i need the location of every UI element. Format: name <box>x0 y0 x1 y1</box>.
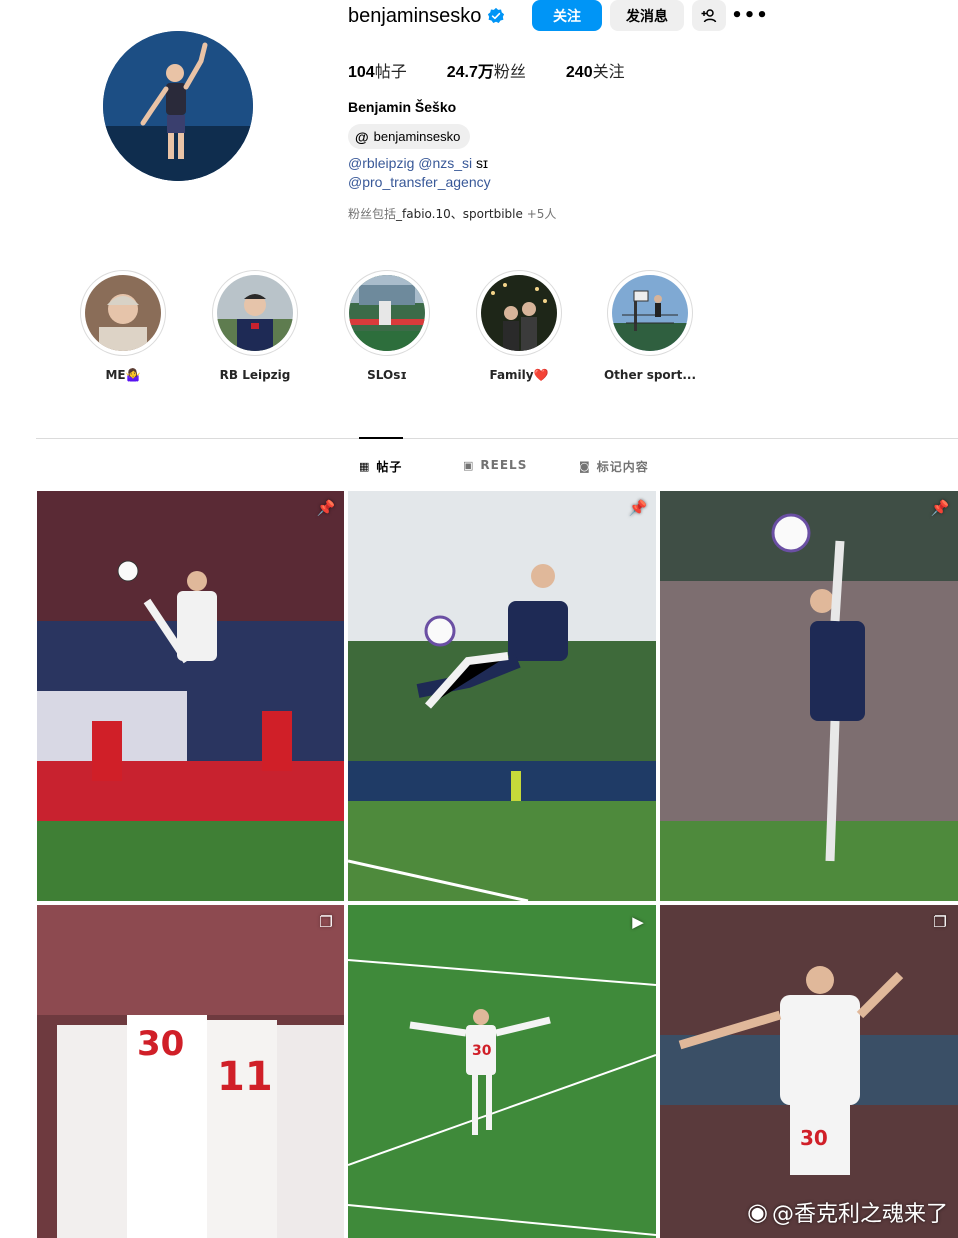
profile-avatar[interactable] <box>103 31 253 181</box>
highlight-cover <box>349 275 425 351</box>
post-tile[interactable]: 30 ❐ <box>660 905 958 1238</box>
following-count-value: 240 <box>565 64 593 81</box>
highlight-ring <box>476 270 562 356</box>
post-tile[interactable]: 📌 <box>37 491 344 901</box>
following-count-label: 关注 <box>592 62 625 81</box>
followers-count-value: 24.7万 <box>446 64 494 81</box>
carousel-icon: ❐ <box>319 914 333 931</box>
carousel-icon: ❐ <box>933 914 947 931</box>
username-row: benjaminsesko <box>348 0 505 32</box>
tab-reels[interactable]: ▣ REELS <box>463 458 527 472</box>
svg-text:30: 30 <box>137 1024 184 1064</box>
reels-icon: ▣ <box>463 458 475 472</box>
post-image: 30 <box>348 905 656 1238</box>
highlight-family[interactable]: Family❤️ <box>454 270 584 382</box>
bio-mention-agency[interactable]: @pro_transfer_agency <box>348 174 491 190</box>
post-tile[interactable]: 📌 <box>660 491 958 901</box>
highlight-slo[interactable]: SLOsɪ <box>322 270 452 382</box>
highlight-label: Family❤️ <box>489 368 549 382</box>
post-tile[interactable]: 30 ▶ <box>348 905 656 1238</box>
svg-text:30: 30 <box>472 1043 492 1059</box>
post-image <box>348 491 656 901</box>
reel-icon: ▶ <box>632 914 644 931</box>
post-image: 30 11 <box>37 905 344 1238</box>
following-count[interactable]: 240关注 <box>566 58 625 82</box>
post-tile[interactable]: 30 11 ❐ <box>37 905 344 1238</box>
follow-button[interactable]: 关注 <box>532 0 602 31</box>
threads-link[interactable]: @ benjaminsesko <box>348 124 471 149</box>
tab-tagged[interactable]: ◙ 标记内容 <box>579 458 649 475</box>
highlight-label: RB Leipzig <box>219 368 291 382</box>
verified-badge-icon <box>488 7 505 24</box>
post-image <box>37 491 344 901</box>
highlight-label: SLOsɪ <box>367 368 407 382</box>
posts-count-label: 帖子 <box>374 62 407 81</box>
bio-mention-nzs[interactable]: @nzs_si <box>418 155 472 171</box>
pin-icon: 📌 <box>316 500 336 517</box>
tagged-icon: ◙ <box>579 460 591 473</box>
pin-icon: 📌 <box>628 500 648 517</box>
more-dots-icon: ••• <box>731 5 769 26</box>
weibo-watermark: ◉ @香克利之魂来了 <box>747 1196 948 1228</box>
post-tile[interactable]: 📌 <box>348 491 656 901</box>
weibo-icon: ◉ <box>747 1198 768 1226</box>
followers-count-label: 粉丝 <box>493 62 526 81</box>
full-name: Benjamin Šeško <box>348 99 457 115</box>
add-user-icon <box>701 8 717 22</box>
threads-icon: @ <box>355 128 369 145</box>
tab-active-indicator <box>359 437 403 439</box>
tab-posts-label: 帖子 <box>376 460 403 474</box>
watermark-text: @香克利之魂来了 <box>771 1202 948 1227</box>
highlight-me[interactable]: ME🤷‍♀️ <box>58 270 188 382</box>
tab-reels-label: REELS <box>480 458 528 472</box>
svg-text:30: 30 <box>800 1126 828 1150</box>
bio-line-1: @rbleipzig @nzs_si sɪ <box>348 155 488 171</box>
highlight-ring <box>607 270 693 356</box>
threads-handle: benjaminsesko <box>373 129 461 144</box>
highlight-cover <box>85 275 161 351</box>
highlight-ring <box>212 270 298 356</box>
grid-icon: ▦ <box>359 460 371 473</box>
followed-by-names: _fabio.10、sportbible <box>396 207 523 221</box>
highlight-ring <box>344 270 430 356</box>
followed-by-prefix: 粉丝包括 <box>348 207 397 221</box>
highlight-rb-leipzig[interactable]: RB Leipzig <box>190 270 320 382</box>
bio-mention-rbleipzig[interactable]: @rbleipzig <box>348 155 414 171</box>
highlight-ring <box>80 270 166 356</box>
posts-count-value: 104 <box>348 64 375 81</box>
bio-line-2: @pro_transfer_agency <box>348 174 491 190</box>
tab-posts[interactable]: ▦ 帖子 <box>359 458 402 475</box>
highlight-label: ME🤷‍♀️ <box>105 368 141 382</box>
highlight-cover <box>612 275 688 351</box>
posts-count[interactable]: 104帖子 <box>348 58 407 82</box>
bio-suffix: sɪ <box>476 155 489 171</box>
highlight-cover <box>217 275 293 351</box>
highlight-label: Other sport... <box>603 368 697 382</box>
profile-stats: 104帖子 24.7万粉丝 240关注 <box>348 58 665 82</box>
tab-tagged-label: 标记内容 <box>596 460 649 474</box>
suggest-user-button[interactable] <box>692 0 726 31</box>
highlight-cover <box>481 275 557 351</box>
post-image: 30 <box>660 905 958 1238</box>
svg-text:11: 11 <box>217 1054 273 1100</box>
post-image <box>660 491 958 901</box>
tab-divider <box>36 438 958 439</box>
highlight-other-sport[interactable]: Other sport... <box>585 270 715 382</box>
followed-by[interactable]: 粉丝包括_fabio.10、sportbible +5人 <box>348 205 556 222</box>
username: benjaminsesko <box>348 4 482 27</box>
message-button[interactable]: 发消息 <box>610 0 684 31</box>
avatar-image <box>103 31 253 181</box>
followers-count[interactable]: 24.7万粉丝 <box>447 58 526 82</box>
pin-icon: 📌 <box>930 500 950 517</box>
followed-by-more: +5人 <box>526 207 557 221</box>
more-options-button[interactable]: ••• <box>731 0 768 31</box>
